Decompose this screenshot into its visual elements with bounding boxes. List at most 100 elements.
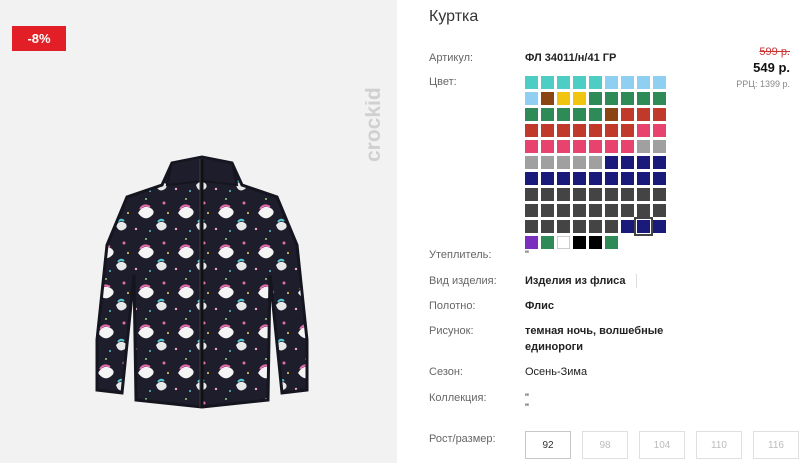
color-swatch[interactable] <box>621 124 634 137</box>
color-swatch[interactable] <box>589 140 602 153</box>
color-swatch[interactable] <box>637 204 650 217</box>
color-swatch[interactable] <box>605 92 618 105</box>
color-swatch[interactable] <box>605 140 618 153</box>
color-swatch[interactable] <box>573 76 586 89</box>
color-swatch[interactable] <box>557 124 570 137</box>
color-swatch[interactable] <box>621 172 634 185</box>
color-swatch[interactable] <box>541 236 554 249</box>
color-swatch[interactable] <box>525 108 538 121</box>
color-swatch[interactable] <box>525 140 538 153</box>
color-swatch[interactable] <box>637 124 650 137</box>
color-swatch[interactable] <box>557 76 570 89</box>
color-swatch[interactable] <box>653 108 666 121</box>
color-swatch[interactable] <box>637 188 650 201</box>
color-swatch[interactable] <box>541 188 554 201</box>
color-swatch[interactable] <box>525 92 538 105</box>
color-swatch[interactable] <box>541 92 554 105</box>
color-swatch[interactable] <box>653 140 666 153</box>
color-swatch[interactable] <box>621 204 634 217</box>
color-swatch[interactable] <box>589 236 602 249</box>
color-swatch[interactable] <box>621 92 634 105</box>
color-swatch[interactable] <box>621 140 634 153</box>
color-swatch[interactable] <box>573 188 586 201</box>
color-swatch[interactable] <box>573 236 586 249</box>
color-swatch[interactable] <box>557 172 570 185</box>
color-swatch[interactable] <box>653 76 666 89</box>
color-swatch[interactable] <box>589 204 602 217</box>
color-swatch[interactable] <box>605 76 618 89</box>
color-swatch[interactable] <box>525 124 538 137</box>
color-swatch[interactable] <box>637 92 650 105</box>
color-swatch[interactable] <box>653 92 666 105</box>
color-swatch[interactable] <box>589 124 602 137</box>
color-swatch[interactable] <box>525 220 538 233</box>
color-swatch[interactable] <box>605 204 618 217</box>
color-swatch[interactable] <box>525 188 538 201</box>
color-swatch[interactable] <box>605 172 618 185</box>
color-swatch[interactable] <box>573 140 586 153</box>
color-swatch[interactable] <box>589 76 602 89</box>
color-swatch[interactable] <box>605 188 618 201</box>
color-swatch[interactable] <box>621 220 634 233</box>
color-swatch[interactable] <box>541 156 554 169</box>
color-swatch[interactable] <box>637 172 650 185</box>
color-swatch[interactable] <box>557 108 570 121</box>
color-swatch[interactable] <box>589 92 602 105</box>
color-swatch[interactable] <box>525 236 538 249</box>
color-swatch[interactable] <box>589 156 602 169</box>
color-swatch[interactable] <box>653 188 666 201</box>
color-swatch[interactable] <box>634 217 653 236</box>
color-swatch[interactable] <box>541 204 554 217</box>
product-photo[interactable]: -8% crockid <box>0 0 397 463</box>
color-swatch[interactable] <box>605 220 618 233</box>
color-swatch[interactable] <box>541 140 554 153</box>
color-swatch[interactable] <box>525 156 538 169</box>
color-swatch[interactable] <box>557 188 570 201</box>
color-swatch[interactable] <box>589 108 602 121</box>
color-swatch[interactable] <box>557 220 570 233</box>
color-swatch[interactable] <box>605 108 618 121</box>
color-swatch[interactable] <box>621 108 634 121</box>
color-swatch[interactable] <box>557 140 570 153</box>
color-swatch[interactable] <box>525 172 538 185</box>
color-swatch[interactable] <box>605 156 618 169</box>
color-swatch[interactable] <box>589 220 602 233</box>
color-swatch[interactable] <box>541 172 554 185</box>
color-swatch[interactable] <box>541 76 554 89</box>
size-option-116[interactable]: 116 <box>753 431 799 459</box>
color-swatch[interactable] <box>573 204 586 217</box>
color-swatch[interactable] <box>573 156 586 169</box>
size-option-110[interactable]: 110 <box>696 431 742 459</box>
color-swatch[interactable] <box>573 172 586 185</box>
color-swatch[interactable] <box>573 220 586 233</box>
color-swatch[interactable] <box>541 220 554 233</box>
color-swatch[interactable] <box>557 236 570 249</box>
color-swatch[interactable] <box>637 156 650 169</box>
size-option-92[interactable]: 92 <box>525 431 571 459</box>
color-swatch[interactable] <box>525 204 538 217</box>
color-swatch[interactable] <box>653 204 666 217</box>
color-swatch[interactable] <box>557 204 570 217</box>
color-swatch[interactable] <box>557 92 570 105</box>
color-swatch[interactable] <box>557 156 570 169</box>
color-swatch[interactable] <box>573 124 586 137</box>
color-swatch[interactable] <box>605 236 618 249</box>
color-swatch[interactable] <box>589 188 602 201</box>
color-swatch[interactable] <box>541 108 554 121</box>
color-swatch[interactable] <box>653 156 666 169</box>
color-swatch[interactable] <box>605 124 618 137</box>
color-swatch[interactable] <box>653 220 666 233</box>
color-swatch[interactable] <box>621 188 634 201</box>
color-swatch[interactable] <box>525 76 538 89</box>
color-swatch[interactable] <box>653 124 666 137</box>
color-swatch[interactable] <box>637 76 650 89</box>
color-swatch[interactable] <box>573 92 586 105</box>
color-swatch[interactable] <box>637 108 650 121</box>
color-swatch[interactable] <box>573 108 586 121</box>
color-swatch[interactable] <box>541 124 554 137</box>
size-option-98[interactable]: 98 <box>582 431 628 459</box>
color-swatch[interactable] <box>637 140 650 153</box>
size-option-104[interactable]: 104 <box>639 431 685 459</box>
color-swatch[interactable] <box>621 76 634 89</box>
color-swatch[interactable] <box>621 156 634 169</box>
